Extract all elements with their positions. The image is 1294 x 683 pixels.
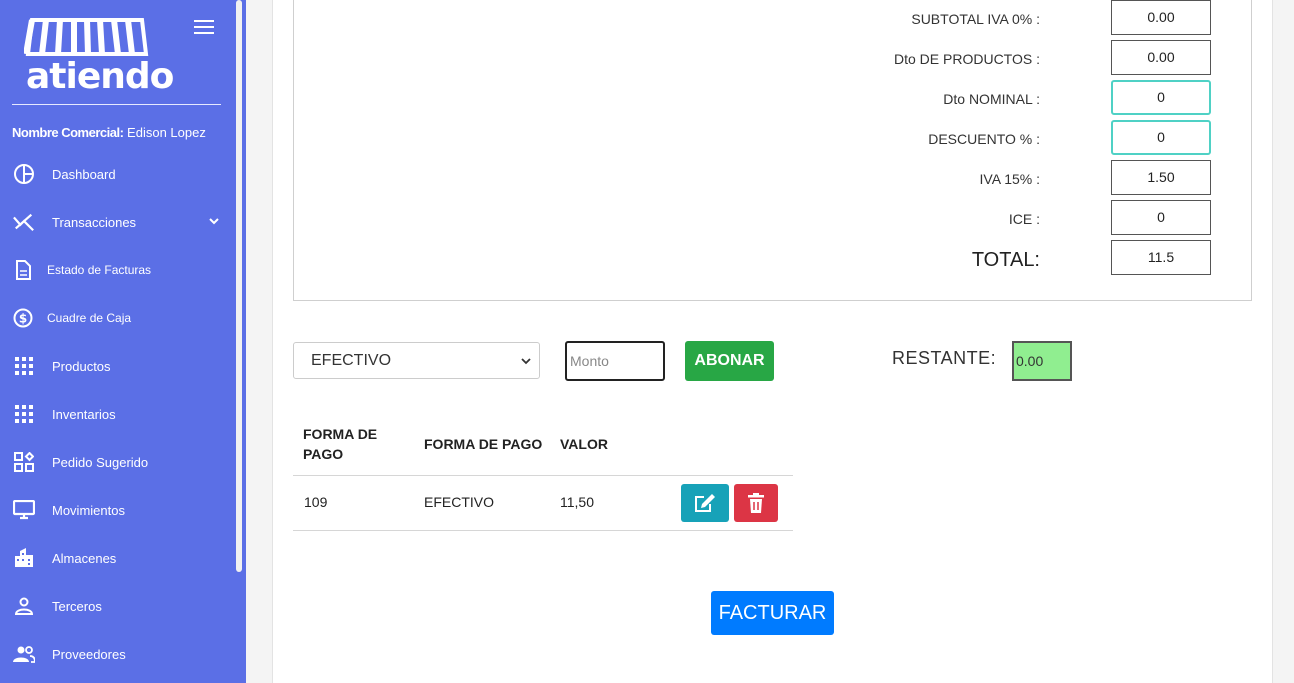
monitor-icon <box>13 499 35 521</box>
descuento-field[interactable]: 0 <box>1111 120 1211 155</box>
dashboard-icon <box>13 163 35 185</box>
transactions-icon <box>13 211 35 233</box>
sidebar-item-movimientos[interactable]: Movimientos <box>0 490 236 530</box>
table-cell-method: EFECTIVO <box>424 494 495 510</box>
sidebar-item-label: Terceros <box>52 598 102 614</box>
table-header-forma-pago-1: FORMA DE PAGO <box>303 426 378 462</box>
sidebar-item-label: Transacciones <box>52 214 137 230</box>
commercial-name-value: Edison Lopez <box>127 125 206 140</box>
grid-icon <box>13 355 35 377</box>
commercial-name: Nombre Comercial: Edison Lopez <box>12 125 206 140</box>
payment-method-select[interactable]: EFECTIVO <box>293 342 540 379</box>
restante-label: RESTANTE: <box>892 348 997 368</box>
menu-toggle-icon[interactable] <box>194 20 214 36</box>
widgets-icon <box>13 451 35 473</box>
amount-input[interactable]: Monto <box>565 341 665 381</box>
dto-productos-field[interactable]: 0.00 <box>1111 40 1211 75</box>
document-icon <box>12 259 34 281</box>
person-icon <box>13 595 35 617</box>
sidebar-item-terceros[interactable]: Terceros <box>0 586 236 626</box>
sidebar-item-cuadre-caja[interactable]: $ Cuadre de Caja <box>0 298 236 338</box>
dto-nominal-label: Dto NOMINAL : <box>943 91 1040 107</box>
sidebar-item-label: Cuadre de Caja <box>47 311 132 325</box>
payment-method-value: EFECTIVO <box>311 352 392 369</box>
total-field[interactable]: 11.5 <box>1111 240 1211 275</box>
svg-text:$: $ <box>19 312 27 326</box>
chevron-down-icon <box>209 218 219 225</box>
brand-name: atiendo <box>26 56 174 97</box>
people-icon <box>13 643 35 665</box>
dto-productos-label: Dto DE PRODUCTOS : <box>894 51 1040 67</box>
iva15-field[interactable]: 1.50 <box>1111 160 1211 195</box>
sidebar-item-label: Productos <box>52 358 111 374</box>
sidebar: atiendo Nombre Comercial: Edison Lopez D… <box>0 0 246 683</box>
table-header-forma-pago-2: FORMA DE PAGO <box>424 436 543 452</box>
sidebar-item-label: Movimientos <box>52 502 125 518</box>
table-divider <box>293 530 793 531</box>
grid-icon <box>13 403 35 425</box>
ice-field[interactable]: 0 <box>1111 200 1211 235</box>
sidebar-item-transacciones[interactable]: Transacciones <box>0 202 236 242</box>
abonar-button[interactable]: ABONAR <box>685 341 774 381</box>
trash-icon <box>748 493 764 513</box>
sidebar-item-productos[interactable]: Productos <box>0 346 236 386</box>
sidebar-item-label: Inventarios <box>52 406 116 422</box>
sidebar-item-label: Proveedores <box>52 646 126 662</box>
descuento-label: DESCUENTO % : <box>928 131 1040 147</box>
edit-payment-button[interactable] <box>681 484 729 522</box>
sidebar-item-label: Dashboard <box>52 166 116 182</box>
delete-payment-button[interactable] <box>734 484 778 522</box>
commercial-name-label: Nombre Comercial: <box>12 125 124 140</box>
sidebar-item-almacenes[interactable]: Almacenes <box>0 538 236 578</box>
ice-label: ICE : <box>1008 211 1040 227</box>
chevron-down-icon <box>521 358 531 365</box>
building-icon <box>13 547 35 569</box>
sidebar-item-label: Estado de Facturas <box>47 263 152 277</box>
sidebar-item-label: Almacenes <box>52 550 117 566</box>
sidebar-divider <box>12 104 221 105</box>
sidebar-item-inventarios[interactable]: Inventarios <box>0 394 236 434</box>
table-cell-value: 11,50 <box>560 494 594 510</box>
sidebar-item-label: Pedido Sugerido <box>52 454 149 470</box>
subtotal-iva0-label: SUBTOTAL IVA 0% : <box>911 11 1040 27</box>
table-cell-code: 109 <box>304 494 328 510</box>
sidebar-item-proveedores[interactable]: Proveedores <box>0 634 236 674</box>
sidebar-scrollbar[interactable] <box>236 0 242 572</box>
sidebar-item-estado-facturas[interactable]: Estado de Facturas <box>0 250 236 290</box>
dollar-circle-icon: $ <box>12 307 34 329</box>
table-header-valor: VALOR <box>560 436 608 452</box>
sidebar-item-dashboard[interactable]: Dashboard <box>0 154 236 194</box>
table-divider <box>293 475 793 476</box>
iva15-label: IVA 15% : <box>979 171 1040 187</box>
restante-value: 0.00 <box>1012 341 1072 381</box>
sidebar-item-pedido-sugerido[interactable]: Pedido Sugerido <box>0 442 236 482</box>
edit-icon <box>695 494 715 512</box>
facturar-button[interactable]: FACTURAR <box>711 591 834 635</box>
total-label: TOTAL: <box>971 249 1040 271</box>
subtotal-iva0-field[interactable]: 0.00 <box>1111 0 1211 35</box>
totals-panel <box>293 0 1252 301</box>
dto-nominal-field[interactable]: 0 <box>1111 80 1211 115</box>
